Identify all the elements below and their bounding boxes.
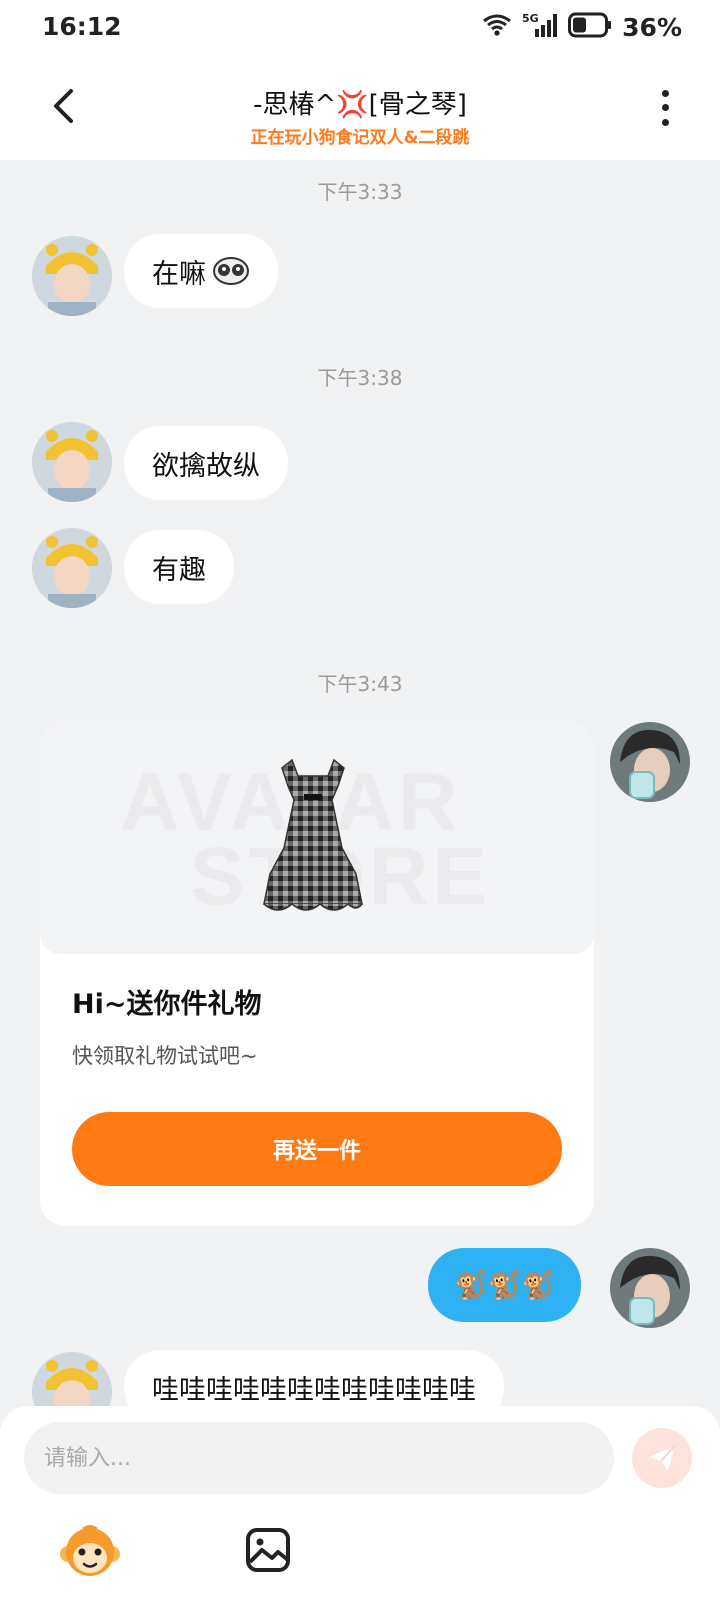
status-bar: 16:12 5G 36% bbox=[0, 0, 720, 56]
paper-plane-icon bbox=[649, 1445, 676, 1471]
gift-description: 快领取礼物试试吧~ bbox=[72, 1044, 258, 1068]
message-text: 在嘛 bbox=[152, 258, 206, 290]
my-avatar[interactable] bbox=[610, 1248, 690, 1328]
avatar[interactable] bbox=[32, 422, 112, 502]
my-avatar[interactable] bbox=[610, 722, 690, 802]
send-button[interactable] bbox=[632, 1428, 692, 1488]
message-bubble[interactable]: 欲擒故纵 bbox=[124, 426, 288, 500]
dot-icon bbox=[661, 104, 669, 112]
monkey-face-icon bbox=[60, 1525, 120, 1576]
gift-image: AVATAR STORE bbox=[40, 722, 594, 954]
dot-icon bbox=[661, 119, 669, 127]
gift-card[interactable]: AVATAR STORE Hi~送你件礼物 快领取礼物试试吧~ 再送一件 bbox=[40, 722, 594, 1226]
image-icon bbox=[246, 1528, 290, 1572]
message-bubble[interactable]: 在嘛 bbox=[124, 234, 278, 308]
back-button[interactable] bbox=[40, 82, 88, 130]
chat-title[interactable]: -思椿^💢[骨之琴] bbox=[140, 84, 580, 121]
status-time: 16:12 bbox=[42, 12, 122, 41]
message-input[interactable] bbox=[24, 1422, 614, 1494]
message-text: 有趣 bbox=[152, 554, 206, 586]
dot-icon bbox=[661, 89, 669, 97]
chat-header: -思椿^💢[骨之琴] 正在玩小狗食记双人&二段跳 bbox=[0, 56, 720, 160]
timestamp: 下午3:38 bbox=[317, 366, 403, 390]
avatar[interactable] bbox=[32, 236, 112, 316]
gift-title: Hi~送你件礼物 bbox=[72, 989, 262, 1020]
dress-icon bbox=[263, 758, 363, 911]
timestamp: 下午3:33 bbox=[317, 180, 403, 204]
wifi-icon bbox=[482, 13, 512, 41]
network-label: 5G bbox=[522, 12, 539, 25]
input-bar bbox=[0, 1406, 720, 1612]
battery-percent: 36% bbox=[622, 12, 682, 42]
chevron-left-icon bbox=[54, 89, 73, 123]
message-bubble[interactable]: 有趣 bbox=[124, 530, 234, 604]
more-options-button[interactable] bbox=[650, 86, 680, 130]
send-another-button[interactable]: 再送一件 bbox=[72, 1112, 562, 1186]
avatar[interactable] bbox=[32, 528, 112, 608]
title-prefix: -思椿^ bbox=[253, 90, 337, 120]
message-text: 哇哇哇哇哇哇哇哇哇哇哇哇 bbox=[152, 1374, 476, 1406]
title-suffix: [骨之琴] bbox=[368, 90, 467, 120]
message-bubble-sent[interactable]: 🐒🐒🐒 bbox=[428, 1248, 581, 1322]
timestamp: 下午3:43 bbox=[317, 672, 403, 696]
status-icons: 5G 36% bbox=[482, 12, 682, 42]
signal-icon: 5G bbox=[522, 11, 558, 43]
image-picker-button[interactable] bbox=[244, 1526, 292, 1574]
anger-symbol-icon: 💢 bbox=[336, 90, 369, 120]
monkey-emoji-text: 🐒🐒🐒 bbox=[454, 1270, 555, 1301]
monkey-emoji-button[interactable] bbox=[60, 1524, 120, 1580]
message-text: 欲擒故纵 bbox=[152, 450, 260, 482]
title-block: -思椿^💢[骨之琴] 正在玩小狗食记双人&二段跳 bbox=[140, 84, 580, 148]
mask-face-emoji-icon bbox=[212, 256, 250, 286]
chat-subtitle: 正在玩小狗食记双人&二段跳 bbox=[250, 128, 470, 148]
battery-icon bbox=[568, 12, 612, 42]
